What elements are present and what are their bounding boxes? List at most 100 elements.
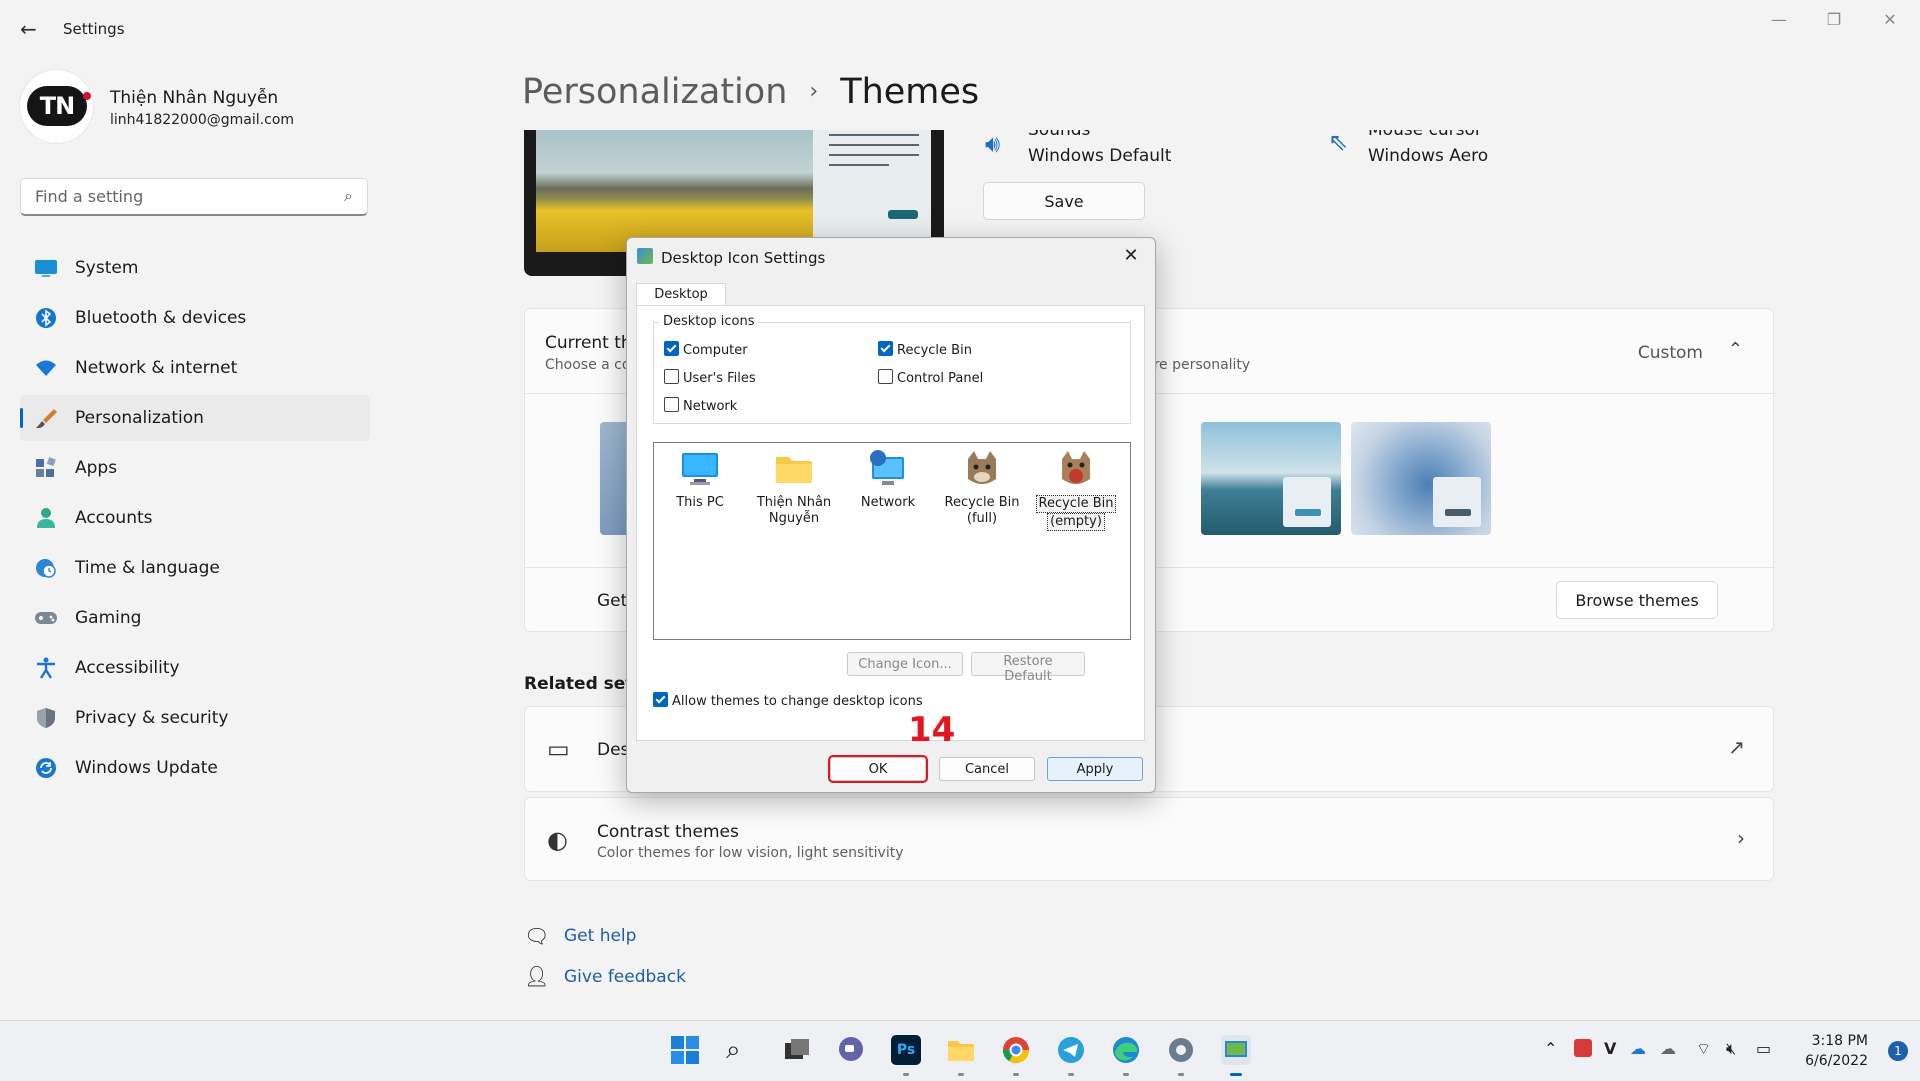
group-title: Desktop icons	[659, 314, 759, 329]
external-link-icon: ↗	[1728, 735, 1745, 759]
breadcrumb-parent[interactable]: Personalization	[522, 72, 787, 112]
avatar-dot	[83, 92, 91, 100]
paintbrush-icon	[34, 407, 58, 429]
list-item[interactable]: Recycle Bin (empty)	[1032, 449, 1120, 531]
checkbox-network[interactable]: Network	[664, 397, 737, 414]
desktop-icon-list[interactable]: This PC Thiện Nhân Nguyễn Network Recycle…	[653, 442, 1131, 640]
chrome-icon[interactable]	[1001, 1035, 1031, 1065]
cloud-icon[interactable]: ☁	[1660, 1039, 1676, 1058]
back-arrow-icon[interactable]: ←	[20, 18, 42, 40]
theme-thumbnail[interactable]	[1201, 422, 1341, 535]
taskbar: ⌕ Ps ⌃ V ☁ ☁ ⌔ 🔇︎ ▭ 3:18 PM 6/6/2022 1	[0, 1020, 1920, 1081]
chevron-up-icon[interactable]: ⌃	[1544, 1039, 1557, 1058]
icon-label: (full)	[966, 511, 998, 526]
search-icon[interactable]: ⌕	[726, 1035, 756, 1065]
checkbox-computer[interactable]: Computer	[664, 341, 748, 358]
checkbox-label: Computer	[683, 343, 748, 358]
help-icon: 🗨︎	[524, 924, 550, 948]
clock[interactable]: 3:18 PM 6/6/2022	[1805, 1031, 1868, 1071]
list-item[interactable]: Recycle Bin (full)	[938, 449, 1026, 527]
sounds-label: Sounds	[1028, 120, 1091, 140]
network-icon	[868, 449, 908, 489]
desktop-icon-settings-taskbar-icon[interactable]	[1221, 1035, 1251, 1065]
telegram-icon[interactable]	[1056, 1035, 1086, 1065]
close-icon[interactable]: ✕	[1880, 10, 1900, 29]
sidebar-item-accessibility[interactable]: Accessibility	[20, 645, 370, 691]
wifi-icon	[34, 357, 58, 379]
save-theme-button[interactable]: Save	[983, 182, 1145, 220]
list-item[interactable]: Thiện Nhân Nguyễn	[750, 449, 838, 527]
ok-button[interactable]: OK	[828, 755, 928, 783]
checkbox-allow-themes[interactable]: Allow themes to change desktop icons	[653, 692, 923, 709]
checkbox-label: Control Panel	[897, 371, 984, 386]
sidebar-item-label: Network & internet	[75, 358, 238, 378]
sidebar-item-time-language[interactable]: Time & language	[20, 545, 370, 591]
sidebar-item-network[interactable]: Network & internet	[20, 345, 370, 391]
cancel-button[interactable]: Cancel	[939, 757, 1035, 781]
start-icon[interactable]	[670, 1035, 700, 1065]
browse-themes-button[interactable]: Browse themes	[1556, 581, 1718, 619]
dialog-title: Desktop Icon Settings	[661, 249, 826, 267]
edge-icon[interactable]	[1111, 1035, 1141, 1065]
sidebar-item-system[interactable]: System	[20, 245, 370, 291]
window-title: Settings	[63, 20, 125, 38]
volume-muted-icon[interactable]: 🔇︎	[1726, 1039, 1736, 1059]
file-explorer-icon[interactable]	[946, 1035, 976, 1065]
running-indicator	[1068, 1073, 1074, 1076]
checkbox-unchecked-icon[interactable]	[878, 369, 893, 384]
sidebar-item-privacy[interactable]: Privacy & security	[20, 695, 370, 741]
change-icon-button[interactable]: Change Icon...	[847, 652, 963, 676]
sidebar-item-accounts[interactable]: Accounts	[20, 495, 370, 541]
sidebar-item-apps[interactable]: Apps	[20, 445, 370, 491]
sidebar-item-personalization[interactable]: Personalization	[20, 395, 370, 441]
checkbox-unchecked-icon[interactable]	[664, 369, 679, 384]
photoshop-icon[interactable]: Ps	[891, 1035, 921, 1065]
photoshop-text: Ps	[896, 1042, 916, 1058]
running-indicator	[903, 1073, 909, 1076]
list-item[interactable]: Network	[844, 449, 932, 511]
current-theme-value: Custom	[1637, 343, 1703, 363]
battery-icon[interactable]: ▭	[1756, 1039, 1771, 1058]
tray-app-icon[interactable]	[1574, 1039, 1592, 1057]
apply-button[interactable]: Apply	[1047, 757, 1143, 781]
desktop-icon-settings-label: Des	[597, 740, 630, 760]
checkbox-checked-icon[interactable]	[878, 341, 893, 356]
avatar[interactable]: TN	[20, 70, 93, 143]
feedback-icon: 👤︎	[524, 964, 550, 988]
checkbox-control-panel[interactable]: Control Panel	[878, 369, 983, 386]
checkbox-users-files[interactable]: User's Files	[664, 369, 756, 386]
restore-default-button[interactable]: Restore Default	[971, 652, 1085, 684]
checkbox-recycle-bin[interactable]: Recycle Bin	[878, 341, 972, 358]
teams-chat-icon[interactable]	[836, 1035, 866, 1065]
active-indicator	[1230, 1073, 1242, 1076]
checkbox-checked-icon[interactable]	[664, 341, 679, 356]
breadcrumb-current: Themes	[840, 72, 980, 112]
maximize-icon[interactable]: ❐	[1824, 10, 1844, 29]
settings-gear-icon[interactable]	[1166, 1035, 1196, 1065]
bluetooth-icon	[34, 307, 58, 329]
get-help-link[interactable]: Get help	[564, 926, 636, 946]
chevron-up-icon[interactable]: ⌃	[1728, 339, 1743, 360]
search-box[interactable]: ⌕	[20, 178, 368, 216]
give-feedback-link[interactable]: Give feedback	[564, 967, 686, 987]
checkbox-unchecked-icon[interactable]	[664, 397, 679, 412]
search-icon[interactable]: ⌕	[344, 186, 353, 206]
checkbox-checked-icon[interactable]	[653, 692, 668, 707]
task-view-icon[interactable]	[782, 1035, 812, 1065]
notification-badge[interactable]: 1	[1888, 1041, 1908, 1061]
contrast-themes-row[interactable]: ◐ Contrast themes Color themes for low v…	[524, 797, 1774, 881]
dialog-close-icon[interactable]: ✕	[1117, 242, 1145, 270]
list-item[interactable]: This PC	[656, 449, 744, 511]
wifi-icon[interactable]: ⌔	[1696, 1039, 1711, 1059]
preview-button	[888, 210, 918, 219]
sidebar-item-bluetooth[interactable]: Bluetooth & devices	[20, 295, 370, 341]
onedrive-icon[interactable]: ☁	[1630, 1039, 1646, 1058]
theme-thumbnail[interactable]	[1351, 422, 1491, 535]
tab-desktop-icons[interactable]: Desktop Icons	[636, 283, 726, 324]
icon-label: Network	[860, 495, 916, 510]
search-input[interactable]	[33, 186, 327, 207]
tray-v-icon[interactable]: V	[1604, 1039, 1616, 1058]
sidebar-item-windows-update[interactable]: Windows Update	[20, 745, 370, 791]
sidebar-item-gaming[interactable]: Gaming	[20, 595, 370, 641]
minimize-icon[interactable]: —	[1769, 10, 1789, 29]
